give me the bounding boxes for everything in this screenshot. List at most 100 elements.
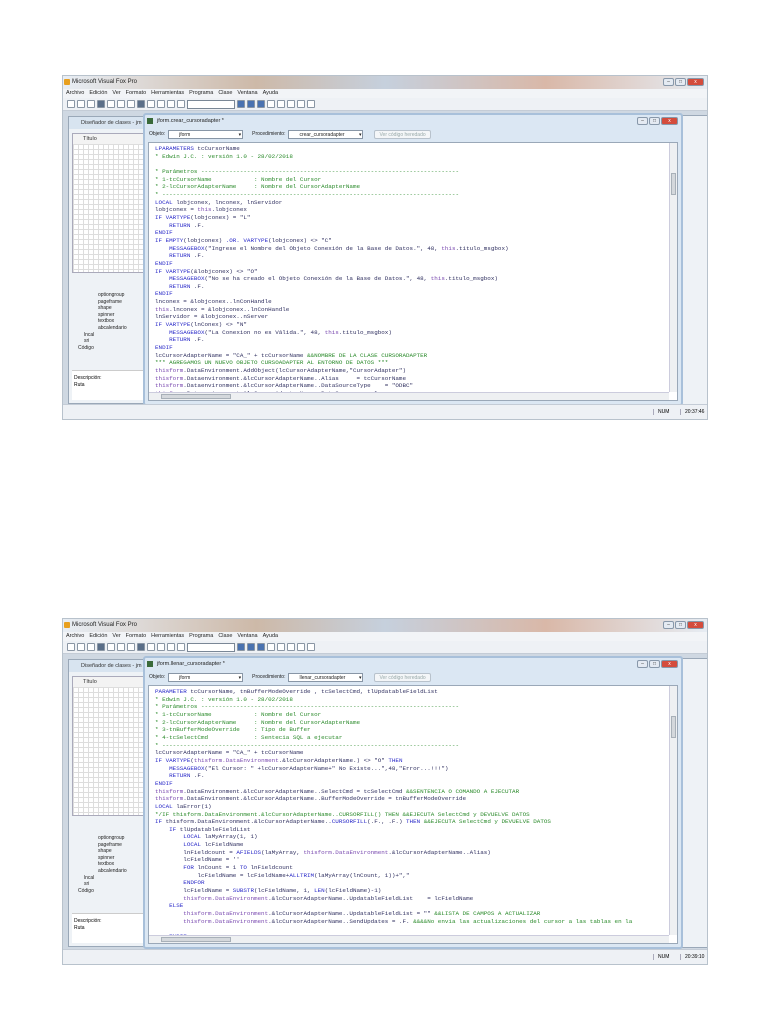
open-button[interactable] [77,643,85,651]
properties-button[interactable] [257,643,265,651]
menu-item-edición[interactable]: Edición [89,632,107,641]
menu-item-clase[interactable]: Clase [218,632,232,641]
data-env-button[interactable] [267,100,275,108]
view-code-button[interactable] [287,643,295,651]
save-button[interactable] [87,100,95,108]
cut-button[interactable] [117,100,125,108]
menu-item-archivo[interactable]: Archivo [66,89,84,98]
menu-item-herramientas[interactable]: Herramientas [151,632,184,641]
tree-item[interactable]: pageframe [72,299,152,306]
tree-item[interactable]: abcalendario [72,325,152,332]
objeto-select[interactable]: jform [168,672,244,682]
print-button[interactable] [97,643,105,651]
preview-button[interactable] [107,100,115,108]
menu-item-programa[interactable]: Programa [189,89,213,98]
print-button[interactable] [97,100,105,108]
maximize-button[interactable]: □ [675,78,686,86]
menu-item-formato[interactable]: Formato [126,632,146,641]
inherited-code-button[interactable]: Ver código heredado [374,672,431,682]
tree-item[interactable]: abcalendario [72,868,152,875]
menu-item-archivo[interactable]: Archivo [66,632,84,641]
inherited-code-button[interactable]: Ver código heredado [374,129,431,139]
properties-button[interactable] [257,100,265,108]
tree-item[interactable]: spinner [72,855,152,862]
tree-item[interactable]: shape [72,305,152,312]
minimize-button[interactable]: – [637,660,648,668]
class-browser-button[interactable] [277,100,285,108]
toolbar-combo[interactable] [187,99,235,109]
modify-button[interactable] [177,643,185,651]
undo-button[interactable] [147,100,155,108]
vertical-scrollbar[interactable] [669,686,677,935]
open-button[interactable] [77,100,85,108]
menu-item-herramientas[interactable]: Herramientas [151,89,184,98]
minimize-button[interactable]: – [663,78,674,86]
tree-item[interactable]: sri [72,881,152,888]
objeto-select[interactable]: jform [168,129,244,139]
horizontal-scrollbar[interactable] [149,392,669,400]
close-button[interactable]: x [661,117,678,125]
code-window-button[interactable] [247,643,255,651]
tab-order-button[interactable] [297,643,305,651]
maximize-button[interactable]: □ [649,117,660,125]
code-window-button[interactable] [247,100,255,108]
run-button[interactable] [167,643,175,651]
tree-item[interactable]: shape [72,848,152,855]
horizontal-scrollbar[interactable] [149,935,669,943]
vertical-scrollbar[interactable] [669,143,677,392]
undo-button[interactable] [147,643,155,651]
menu-item-ver[interactable]: Ver [112,89,120,98]
paste-button[interactable] [137,100,145,108]
procedimiento-select[interactable]: crear_cursoradapter [288,129,364,139]
tree-item[interactable]: textbox [72,861,152,868]
run-button[interactable] [167,100,175,108]
tree-item[interactable]: optiongroup [72,292,152,299]
tree-item[interactable]: spinner [72,312,152,319]
scroll-thumb[interactable] [671,173,676,195]
form-layout-button[interactable] [237,643,245,651]
menu-item-formato[interactable]: Formato [126,89,146,98]
scroll-thumb[interactable] [671,716,676,738]
code-editor[interactable]: PARAMETER tcCursorName, tnBufferModeOver… [148,685,678,944]
menu-item-ayuda[interactable]: Ayuda [263,89,279,98]
tree-item[interactable]: pageframe [72,842,152,849]
redo-button[interactable] [157,100,165,108]
close-button[interactable]: x [687,621,704,629]
tab-order-button[interactable] [297,100,305,108]
new-button[interactable] [67,643,75,651]
copy-button[interactable] [127,100,135,108]
scroll-thumb[interactable] [161,937,231,942]
menu-item-edición[interactable]: Edición [89,89,107,98]
toolbar-combo[interactable] [187,642,235,652]
copy-button[interactable] [127,643,135,651]
maximize-button[interactable]: □ [649,660,660,668]
class-browser-button[interactable] [277,643,285,651]
cut-button[interactable] [117,643,125,651]
minimize-button[interactable]: – [637,117,648,125]
scroll-thumb[interactable] [161,394,231,399]
data-env-button[interactable] [267,643,275,651]
form-canvas[interactable]: Título [72,133,152,273]
tools-button[interactable] [307,100,315,108]
redo-button[interactable] [157,643,165,651]
menu-item-clase[interactable]: Clase [218,89,232,98]
tree-item[interactable]: lncal [72,332,152,339]
form-canvas[interactable]: Título [72,676,152,816]
tree-item[interactable]: optiongroup [72,835,152,842]
procedimiento-select[interactable]: llenar_cursoradapter [288,672,364,682]
menu-item-ventana[interactable]: Ventana [237,632,257,641]
view-code-button[interactable] [287,100,295,108]
save-button[interactable] [87,643,95,651]
close-button[interactable]: x [687,78,704,86]
form-layout-button[interactable] [237,100,245,108]
tree-item[interactable]: textbox [72,318,152,325]
menu-item-ayuda[interactable]: Ayuda [263,632,279,641]
maximize-button[interactable]: □ [675,621,686,629]
modify-button[interactable] [177,100,185,108]
tree-item[interactable]: sri [72,338,152,345]
paste-button[interactable] [137,643,145,651]
close-button[interactable]: x [661,660,678,668]
menu-item-ver[interactable]: Ver [112,632,120,641]
minimize-button[interactable]: – [663,621,674,629]
tools-button[interactable] [307,643,315,651]
